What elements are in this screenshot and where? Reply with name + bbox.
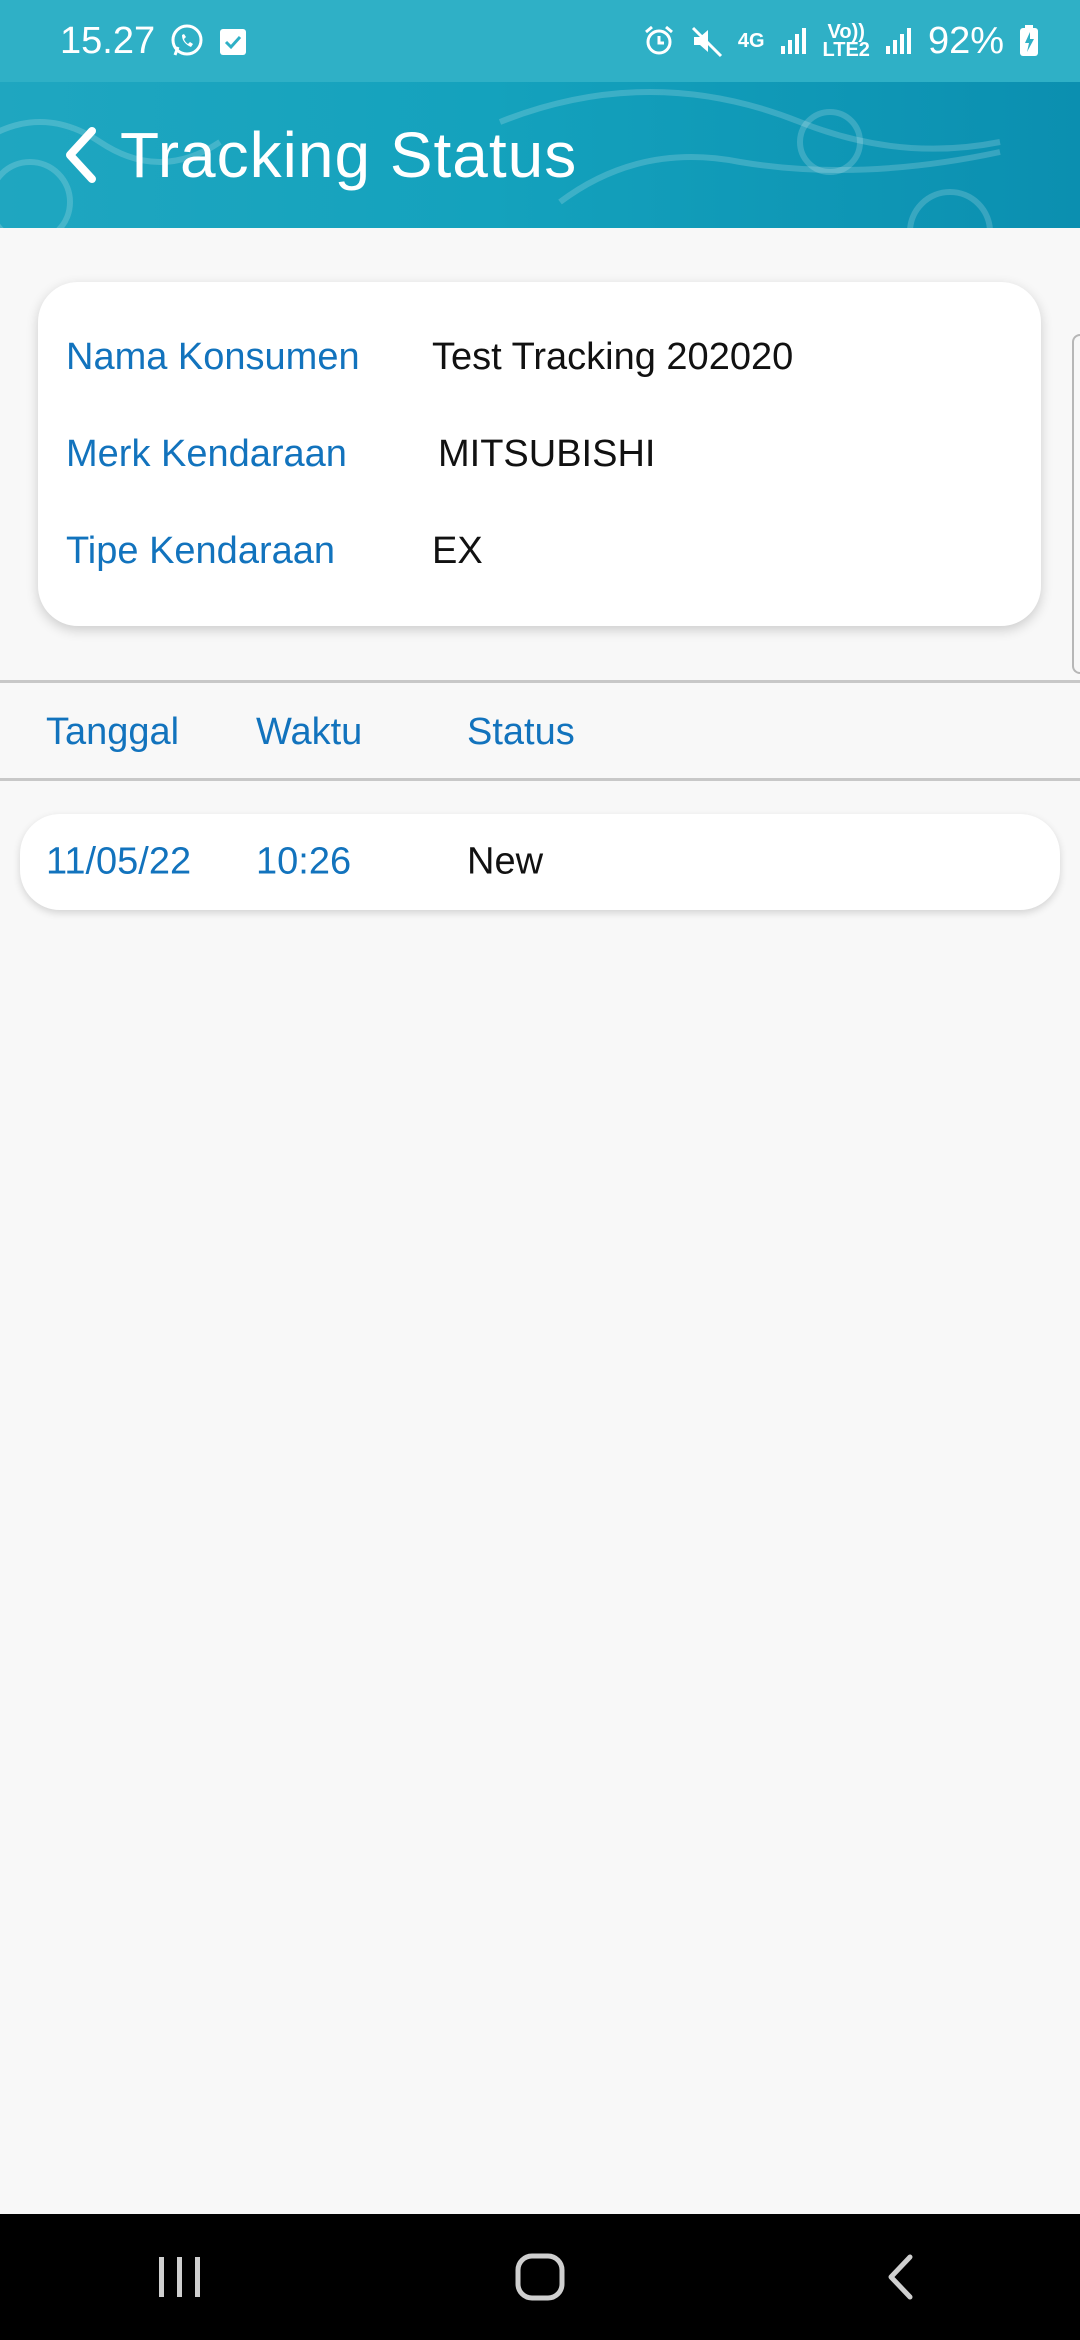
info-label: Tipe Kendaraan (66, 529, 336, 572)
mute-icon (690, 24, 724, 58)
status-bar: 15.27 4G Vo)) LTE2 92% (0, 0, 1080, 82)
divider (0, 680, 1080, 683)
network-4g-icon: 4G (737, 30, 765, 52)
info-label: Merk Kendaraan (66, 432, 347, 475)
alarm-icon (642, 24, 676, 58)
lte-label: LTE2 (822, 39, 870, 61)
table-header: Tanggal Waktu Status (0, 684, 1080, 780)
battery-charging-icon (1018, 24, 1040, 58)
back-arrow-icon (888, 2254, 913, 2300)
checkbox-notification-icon (219, 26, 247, 56)
page-title: Tracking Status (120, 119, 578, 191)
app-bar: Tracking Status (0, 82, 1080, 228)
column-header-status: Status (467, 710, 575, 753)
chevron-left-icon (66, 127, 96, 183)
volte-icon: Vo)) LTE2 (822, 22, 870, 61)
info-row-vehicle-brand: Merk Kendaraan MITSUBISHI (66, 424, 1021, 484)
cell-time: 10:26 (256, 840, 352, 883)
info-value: MITSUBISHI (438, 432, 656, 475)
status-bar-left: 15.27 (60, 20, 247, 63)
cell-date: 11/05/22 (46, 840, 192, 883)
customer-info-card: Nama Konsumen Test Tracking 202020 Merk … (38, 282, 1041, 626)
battery-percent: 92% (927, 19, 1004, 62)
info-value: EX (432, 529, 483, 572)
info-value: Test Tracking 202020 (432, 335, 794, 378)
home-icon (515, 2253, 565, 2301)
whatsapp-icon (169, 23, 205, 59)
back-button[interactable] (40, 115, 120, 195)
status-time: 15.27 (60, 19, 156, 62)
signal-icon-2 (884, 26, 914, 56)
network-type: 4G (737, 30, 765, 52)
info-label: Nama Konsumen (66, 335, 360, 378)
side-panel-edge[interactable] (1072, 334, 1080, 674)
recent-apps-icon (159, 2257, 200, 2297)
divider (0, 778, 1080, 781)
column-header-time: Waktu (256, 710, 363, 753)
table-row[interactable]: 11/05/22 10:26 New (20, 814, 1060, 910)
info-row-vehicle-type: Tipe Kendaraan EX (66, 521, 1021, 581)
cell-status: New (467, 840, 544, 883)
home-button[interactable] (480, 2227, 600, 2327)
column-header-date: Tanggal (46, 710, 180, 753)
back-nav-button[interactable] (840, 2227, 960, 2327)
info-row-customer-name: Nama Konsumen Test Tracking 202020 (66, 327, 1021, 387)
recent-apps-button[interactable] (120, 2227, 240, 2327)
system-nav-bar (0, 2214, 1080, 2340)
signal-icon (779, 26, 809, 56)
status-bar-right: 4G Vo)) LTE2 92% (642, 20, 1040, 63)
